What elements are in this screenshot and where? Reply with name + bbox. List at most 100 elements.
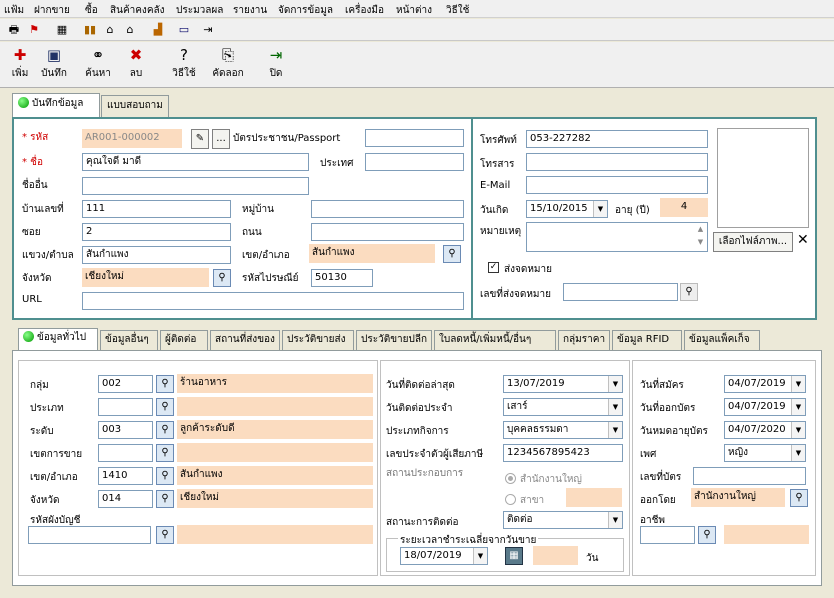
tab-wholesale-history[interactable]: ประวัติขายส่ง <box>282 330 354 350</box>
level-search-button[interactable]: ⚲ <box>156 421 174 439</box>
clear-image-icon[interactable]: ✕ <box>797 232 809 248</box>
zip-input[interactable]: 50130 <box>311 269 373 287</box>
issuedate-picker[interactable]: 04/07/2019 ▼ <box>724 398 806 416</box>
tab-rfid[interactable]: ข้อมูล RFID <box>612 330 682 350</box>
area-name-field <box>177 443 373 462</box>
help-button[interactable]: ? วิธีใช้ <box>164 46 204 84</box>
mail-no-search-button[interactable]: ⚲ <box>680 283 698 301</box>
code-lookup-button[interactable]: ✎ <box>191 129 209 149</box>
menu-process[interactable]: ประมวลผล <box>176 3 223 18</box>
code-field[interactable]: AR001-000002 <box>82 129 182 148</box>
houseno-input[interactable]: 111 <box>82 200 231 218</box>
tab-retail-history[interactable]: ประวัติขายปลีก <box>356 330 432 350</box>
menu-consign[interactable]: ฝากขาย <box>34 3 70 18</box>
menu-window[interactable]: หน้าต่าง <box>396 3 432 18</box>
regularday-select[interactable]: เสาร์ ▼ <box>503 398 623 416</box>
gen-province-search-button[interactable]: ⚲ <box>156 490 174 508</box>
biztype-select[interactable]: บุคคลธรรมดา ▼ <box>503 421 623 439</box>
note-scrollbar[interactable]: ▲ ▼ <box>694 223 707 251</box>
tab-credit-debit[interactable]: ใบลดหนี้/เพิ่มหนี้/อื่นๆ <box>434 330 556 350</box>
account-code-input[interactable] <box>28 526 151 544</box>
group-code-input[interactable]: 002 <box>98 375 153 393</box>
home-in-icon[interactable]: ⌂ <box>102 22 118 38</box>
account-search-button[interactable]: ⚲ <box>156 526 174 544</box>
contactstatus-select[interactable]: ติดต่อ ▼ <box>503 511 623 529</box>
main-toolbar: ✚ เพิ่ม ▣ บันทึก ⚭ ค้นหา ✖ ลบ ? วิธีใช้ ⎘ คัดล… <box>0 42 834 88</box>
menu-report[interactable]: รายงาน <box>233 3 267 18</box>
soi-input[interactable]: 2 <box>82 223 231 241</box>
trash-icon[interactable]: ▟ <box>150 22 166 38</box>
flag-icon[interactable]: ⚑ <box>26 22 42 38</box>
country-input[interactable] <box>365 153 464 171</box>
send-mail-checkbox[interactable]: ✓ <box>488 262 499 273</box>
window-icon[interactable]: ▭ <box>176 22 192 38</box>
contacts-icon[interactable]: ▦ <box>54 22 70 38</box>
gen-district-code-input[interactable]: 1410 <box>98 467 153 485</box>
taxid-input[interactable]: 1234567895423 <box>503 444 623 462</box>
tab-other[interactable]: ข้อมูลอื่นๆ <box>100 330 158 350</box>
menu-purchase[interactable]: ซื้อ <box>85 3 98 18</box>
cardno-input[interactable] <box>693 467 806 485</box>
choose-image-button[interactable]: เลือกไฟล์ภาพ... <box>713 232 793 252</box>
menu-help[interactable]: วิธีใช้ <box>446 3 469 18</box>
note-textarea[interactable] <box>526 222 708 252</box>
mail-no-input[interactable] <box>563 283 678 301</box>
branch-radio[interactable] <box>505 494 516 505</box>
tab-general[interactable]: ข้อมูลทั่วไป <box>18 328 98 350</box>
close-door-icon: ⇥ <box>269 46 283 64</box>
save-icon: ▣ <box>46 46 62 64</box>
issuedby-search-button[interactable]: ⚲ <box>790 489 808 507</box>
gen-province-code-input[interactable]: 014 <box>98 490 153 508</box>
gender-select[interactable]: หญิง ▼ <box>724 444 806 462</box>
level-code-input[interactable]: 003 <box>98 421 153 439</box>
exit-icon[interactable]: ⇥ <box>200 22 216 38</box>
birth-date-picker[interactable]: 15/10/2015 ▼ <box>526 200 608 218</box>
menu-inventory[interactable]: สินค้าคงคลัง <box>110 3 165 18</box>
url-input[interactable] <box>82 292 464 310</box>
phone-input[interactable]: 053-227282 <box>526 130 708 148</box>
columns-icon[interactable]: ▮▮ <box>82 22 98 38</box>
code-more-button[interactable]: ... <box>212 129 230 149</box>
village-input[interactable] <box>311 200 464 218</box>
career-search-button[interactable]: ⚲ <box>698 526 716 544</box>
road-input[interactable] <box>311 223 464 241</box>
fax-input[interactable] <box>526 153 708 171</box>
group-search-button[interactable]: ⚲ <box>156 375 174 393</box>
career-code-input[interactable] <box>640 526 695 544</box>
tab-shipping[interactable]: สถานที่ส่งของ <box>210 330 280 350</box>
name-input[interactable]: คุณใจดี มาดี <box>82 153 309 171</box>
copy-button[interactable]: ⎘ คัดลอก <box>208 46 248 84</box>
tab-package[interactable]: ข้อมูลแพ็คเก็จ <box>684 330 760 350</box>
calculator-button[interactable]: ▦ <box>505 547 523 565</box>
district-search-button[interactable]: ⚲ <box>443 245 461 263</box>
area-code-input[interactable] <box>98 444 153 462</box>
find-button[interactable]: ⚭ ค้นหา <box>78 46 118 84</box>
lastcontact-date-picker[interactable]: 13/07/2019 ▼ <box>503 375 623 393</box>
payavg-date-picker[interactable]: 18/07/2019 ▼ <box>400 547 488 565</box>
tab-price-group[interactable]: กลุ่มราคา <box>558 330 610 350</box>
applydate-picker[interactable]: 04/07/2019 ▼ <box>724 375 806 393</box>
taxid-label: เลขประจำตัวผู้เสียภาษี <box>386 449 484 460</box>
type-search-button[interactable]: ⚲ <box>156 398 174 416</box>
area-search-button[interactable]: ⚲ <box>156 444 174 462</box>
printer-icon[interactable]: 🖶 <box>6 22 22 38</box>
othername-input[interactable] <box>82 177 309 195</box>
menu-data[interactable]: จัดการข้อมูล <box>278 3 333 18</box>
magnifier-icon: ⚲ <box>161 401 169 412</box>
menu-file[interactable]: แฟ้ม <box>4 3 24 18</box>
home-out-icon[interactable]: ⌂ <box>122 22 138 38</box>
province-search-button[interactable]: ⚲ <box>213 269 231 287</box>
subdistrict-input[interactable]: สันกำแพง <box>82 246 231 264</box>
delete-button[interactable]: ✖ ลบ <box>116 46 156 84</box>
close-button[interactable]: ⇥ ปิด <box>256 46 296 84</box>
idcard-input[interactable] <box>365 129 464 147</box>
tab-contacts[interactable]: ผู้ติดต่อ <box>160 330 208 350</box>
menu-tools[interactable]: เครื่องมือ <box>345 3 384 18</box>
tab-survey[interactable]: แบบสอบถาม <box>101 95 169 117</box>
expiredate-picker[interactable]: 04/07/2020 ▼ <box>724 421 806 439</box>
save-button[interactable]: ▣ บันทึก <box>34 46 74 84</box>
type-code-input[interactable] <box>98 398 153 416</box>
gen-district-search-button[interactable]: ⚲ <box>156 467 174 485</box>
tab-record[interactable]: บันทึกข้อมูล <box>12 93 100 117</box>
email-input[interactable] <box>526 176 708 194</box>
